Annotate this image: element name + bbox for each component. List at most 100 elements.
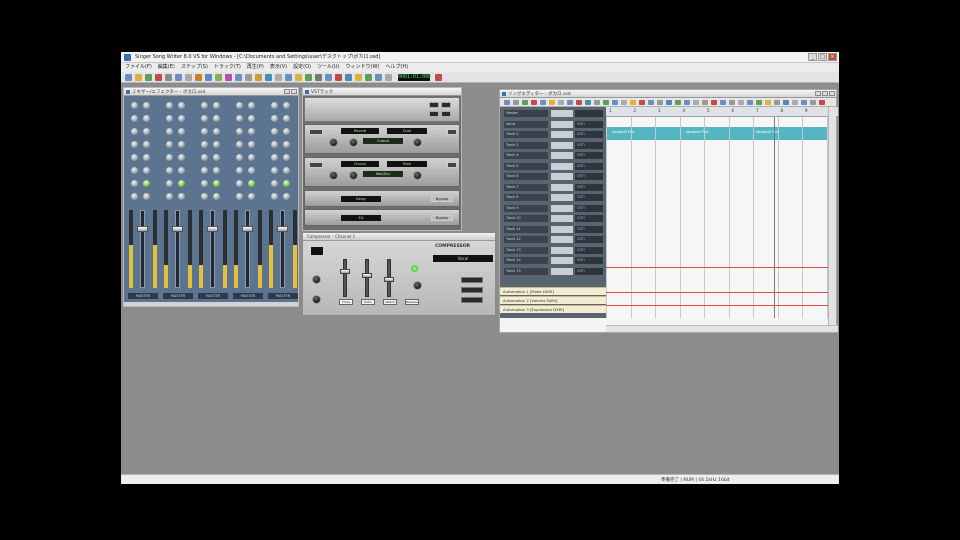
eq-knob-icon[interactable] <box>143 102 150 109</box>
song-editor-tool-icon[interactable] <box>540 100 546 105</box>
eq-knob-icon[interactable] <box>166 115 173 122</box>
eq-knob-icon[interactable] <box>201 115 208 122</box>
rack-knob[interactable] <box>413 171 422 180</box>
rack-knob[interactable] <box>349 171 358 180</box>
eq-knob-icon[interactable] <box>213 141 220 148</box>
eq-knob-icon[interactable] <box>271 128 278 135</box>
eq-knob-icon[interactable] <box>213 115 220 122</box>
track-row[interactable]: Track 8 VSTi <box>501 193 605 202</box>
song-editor-tool-icon[interactable] <box>648 100 654 105</box>
eq-knob-icon[interactable] <box>143 180 150 187</box>
song-editor-tool-icon[interactable] <box>567 100 573 105</box>
track-mute-solo-switches[interactable] <box>551 257 573 264</box>
eq-knob-icon[interactable] <box>131 193 138 200</box>
toolbar-icon[interactable] <box>335 74 342 81</box>
eq-knob-icon[interactable] <box>283 141 290 148</box>
eq-knob-icon[interactable] <box>271 193 278 200</box>
compressor-input-knob[interactable] <box>312 275 321 284</box>
track-device-select[interactable]: VSTi <box>575 131 603 138</box>
track-name[interactable]: Track 3 <box>504 141 548 149</box>
track-name[interactable]: Track 12 <box>504 236 548 243</box>
eq-knob-icon[interactable] <box>178 180 185 187</box>
eq-knob-icon[interactable] <box>178 102 185 109</box>
compressor-slider-handle[interactable] <box>362 273 372 278</box>
song-editor-tool-icon[interactable] <box>531 100 537 105</box>
toolbar-icon[interactable] <box>345 74 352 81</box>
eq-knob-icon[interactable] <box>236 115 243 122</box>
song-editor-tool-icon[interactable] <box>801 100 807 105</box>
eq-knob-icon[interactable] <box>131 167 138 174</box>
track-row[interactable]: Track 6 VSTi <box>501 172 605 181</box>
song-editor-tool-icon[interactable] <box>612 100 618 105</box>
toolbar-icon[interactable] <box>275 74 282 81</box>
eq-knob-icon[interactable] <box>213 180 220 187</box>
toolbar-icon[interactable] <box>215 74 222 81</box>
eq-knob-icon[interactable] <box>143 154 150 161</box>
toolbar-icon[interactable] <box>255 74 262 81</box>
horizontal-scrollbar[interactable] <box>606 325 838 332</box>
song-editor-tool-icon[interactable] <box>576 100 582 105</box>
rack-knob[interactable] <box>329 171 338 180</box>
track-device-select[interactable]: VSTi <box>575 194 603 201</box>
track-mute-solo-switches[interactable] <box>551 152 573 159</box>
toolbar-icon[interactable] <box>365 74 372 81</box>
compressor-slider-handle[interactable] <box>384 277 394 282</box>
toolbar-icon[interactable] <box>375 74 382 81</box>
song-editor-tool-icon[interactable] <box>720 100 726 105</box>
track-name[interactable]: Track 6 <box>504 173 548 180</box>
track-mute-solo-switches[interactable] <box>551 120 573 128</box>
eq-knob-icon[interactable] <box>131 102 138 109</box>
eq-knob-icon[interactable] <box>248 102 255 109</box>
toolbar-icon[interactable] <box>195 74 202 81</box>
track-name[interactable]: Track 4 <box>504 152 548 159</box>
track-mute-solo-switches[interactable] <box>551 204 573 212</box>
mixer-close-button[interactable] <box>291 89 297 94</box>
toolbar-icon[interactable] <box>225 74 232 81</box>
song-editor-tool-icon[interactable] <box>630 100 636 105</box>
rack-knob[interactable] <box>413 138 422 147</box>
rack-grid-button[interactable] <box>429 102 439 108</box>
eq-knob-icon[interactable] <box>271 180 278 187</box>
toolbar-icon[interactable] <box>235 74 242 81</box>
track-device-select[interactable]: VSTi <box>575 173 603 180</box>
song-editor-tool-icon[interactable] <box>765 100 771 105</box>
rack-grid-button[interactable] <box>441 102 451 108</box>
eq-knob-icon[interactable] <box>201 128 208 135</box>
fader-handle[interactable] <box>172 226 183 232</box>
eq-knob-icon[interactable] <box>283 128 290 135</box>
eq-knob-icon[interactable] <box>178 141 185 148</box>
song-editor-tool-icon[interactable] <box>702 100 708 105</box>
track-name[interactable]: Track 10 <box>504 215 548 222</box>
maximize-button[interactable]: □ <box>818 53 827 61</box>
eq-knob-icon[interactable] <box>178 154 185 161</box>
eq-knob-icon[interactable] <box>131 128 138 135</box>
compressor-value-box[interactable]: Attack <box>383 299 397 305</box>
eq-knob-icon[interactable] <box>201 167 208 174</box>
menu-item[interactable]: 編集(E) <box>158 63 175 72</box>
track-mute-solo-switches[interactable] <box>551 246 573 254</box>
song-editor-tool-icon[interactable] <box>693 100 699 105</box>
fader-handle[interactable] <box>277 226 288 232</box>
toolbar-icon[interactable] <box>285 74 292 81</box>
track-name[interactable]: Track 8 <box>504 194 548 201</box>
eq-knob-icon[interactable] <box>271 115 278 122</box>
automation-lane-header[interactable]: Automation 1 [Mode DXRI] <box>500 287 606 295</box>
eq-knob-icon[interactable] <box>166 102 173 109</box>
eq-knob-icon[interactable] <box>166 180 173 187</box>
song-editor-tool-icon[interactable] <box>684 100 690 105</box>
eq-knob-icon[interactable] <box>283 180 290 187</box>
track-name[interactable]: Track 2 <box>504 131 548 138</box>
compressor-button[interactable] <box>461 297 483 303</box>
eq-knob-icon[interactable] <box>283 115 290 122</box>
automation-lane-header[interactable]: Automation 3 [Expression DXRI] <box>500 305 606 313</box>
song-editor-tool-icon[interactable] <box>738 100 744 105</box>
track-device-select[interactable]: VSTi <box>575 204 603 212</box>
menu-item[interactable]: ファイル(F) <box>125 63 152 72</box>
eq-knob-icon[interactable] <box>131 115 138 122</box>
eq-knob-icon[interactable] <box>283 193 290 200</box>
toolbar-icon[interactable] <box>295 74 302 81</box>
song-editor-tool-icon[interactable] <box>504 100 510 105</box>
track-row[interactable]: Track 4 VSTi <box>501 151 605 160</box>
toolbar-icon[interactable] <box>325 74 332 81</box>
toolbar-icon[interactable] <box>155 74 162 81</box>
